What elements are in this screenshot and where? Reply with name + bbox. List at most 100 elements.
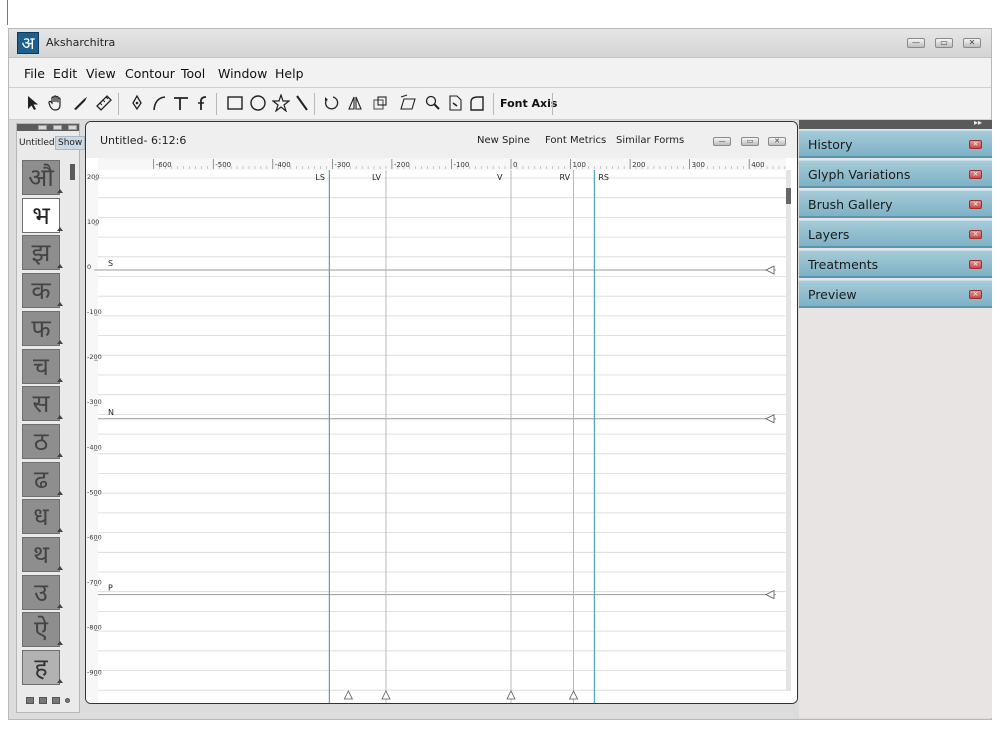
panel-tool-icon[interactable]: [26, 697, 34, 704]
canvas-close-button[interactable]: ✕: [768, 137, 786, 146]
panel-label: History: [808, 137, 853, 152]
canvas-title: Untitled- 6:12:6: [100, 134, 187, 147]
scale-icon[interactable]: [370, 93, 390, 113]
y-tick-label: -300: [87, 398, 102, 406]
x-tick-label: -500: [215, 161, 231, 169]
toolbar-separator: [216, 93, 217, 115]
glyph-thumbnail[interactable]: फ: [22, 310, 63, 346]
panel-tool-icon[interactable]: [52, 697, 60, 704]
star-icon[interactable]: [271, 93, 291, 113]
menu-help[interactable]: Help: [275, 66, 304, 81]
glyph-thumbnail[interactable]: च: [22, 348, 63, 384]
panel-close-icon[interactable]: ×: [969, 170, 982, 179]
vertical-guide-label: LS: [315, 173, 325, 182]
glyph-thumbnail[interactable]: ध: [22, 499, 63, 535]
glyph-panel-close-icon[interactable]: [68, 125, 77, 130]
canvas-header: Untitled- 6:12:6 New Spine Font Metrics …: [86, 122, 797, 158]
vertical-guide-label: RV: [560, 173, 571, 182]
glyph-list-scrollbar[interactable]: [70, 164, 75, 180]
rotate-icon[interactable]: [321, 93, 341, 113]
menu-bar: File Edit View Contour Tool Window Help: [9, 58, 991, 88]
panel-tool-icon[interactable]: [39, 697, 47, 704]
glyph-thumbnail[interactable]: थ: [22, 537, 63, 572]
panel-glyph-variations[interactable]: Glyph Variations ×: [799, 160, 992, 188]
panel-label: Brush Gallery: [808, 197, 893, 212]
menu-tool[interactable]: Tool: [181, 66, 205, 81]
glyph-thumbnail[interactable]: झ: [22, 235, 63, 271]
font-metrics-button[interactable]: Font Metrics: [545, 135, 606, 146]
ruler-icon[interactable]: [94, 93, 114, 113]
similar-forms-button[interactable]: Similar Forms: [616, 135, 684, 146]
new-spine-button[interactable]: New Spine: [477, 135, 530, 146]
circle-icon[interactable]: [248, 93, 268, 113]
panel-close-icon[interactable]: ×: [969, 140, 982, 149]
glyph-thumbnail[interactable]: ढ: [22, 461, 63, 497]
window-edge: [0, 0, 8, 25]
x-tick-label: 400: [751, 161, 764, 169]
glyph-thumbnail[interactable]: स: [22, 386, 63, 422]
x-tick-label: 100: [573, 161, 586, 169]
toolbar-separator: [118, 93, 119, 115]
pen-tool-icon[interactable]: [127, 93, 147, 113]
panel-close-icon[interactable]: ×: [969, 230, 982, 239]
canvas-scrollbar[interactable]: [786, 170, 791, 691]
toolbar-separator: [493, 93, 494, 115]
glyph-thumbnail[interactable]: औ: [22, 160, 63, 195]
glyph-thumbnail[interactable]: ठ: [22, 423, 63, 459]
skew-icon[interactable]: [398, 93, 418, 113]
vertical-guide-label: RS: [598, 173, 609, 182]
canvas-scrollbar-thumb[interactable]: [786, 188, 791, 204]
pen-nib-icon[interactable]: [71, 93, 91, 113]
panel-close-icon[interactable]: ×: [969, 260, 982, 269]
glyph-thumbnail[interactable]: उ: [22, 574, 63, 610]
show-button[interactable]: Show: [55, 136, 86, 150]
mirror-icon[interactable]: [345, 93, 365, 113]
line-icon[interactable]: [292, 93, 312, 113]
restore-button[interactable]: ▭: [935, 38, 953, 48]
glyph-grid[interactable]: -600-500-400-300-200-1000100200300400500…: [86, 158, 797, 703]
close-button[interactable]: ✕: [963, 38, 981, 48]
panel-layers[interactable]: Layers ×: [799, 220, 992, 248]
pointer-icon[interactable]: [23, 93, 43, 113]
menu-view[interactable]: View: [86, 66, 116, 81]
corner-icon[interactable]: [467, 93, 487, 113]
panel-treatments[interactable]: Treatments ×: [799, 250, 992, 278]
panel-close-icon[interactable]: ×: [969, 290, 982, 299]
hook-icon[interactable]: [193, 93, 213, 113]
glyph-panel-restore-icon[interactable]: [53, 125, 62, 130]
panel-history[interactable]: History ×: [799, 130, 992, 158]
panel-brush-gallery[interactable]: Brush Gallery ×: [799, 190, 992, 218]
y-tick-label: -900: [87, 669, 102, 677]
menu-file[interactable]: File: [24, 66, 45, 81]
menu-window[interactable]: Window: [218, 66, 267, 81]
menu-contour[interactable]: Contour: [125, 66, 175, 81]
t-joint-icon[interactable]: [171, 93, 191, 113]
menu-edit[interactable]: Edit: [53, 66, 77, 81]
panel-dot-icon[interactable]: [65, 698, 70, 703]
canvas-minimize-button[interactable]: —: [713, 137, 731, 146]
curve-icon[interactable]: [149, 93, 169, 113]
zoom-icon[interactable]: [423, 93, 443, 113]
shape-edit-icon[interactable]: [445, 93, 465, 113]
canvas-restore-button[interactable]: ▭: [741, 137, 759, 146]
glyph-thumbnail[interactable]: ऐ: [22, 612, 63, 648]
font-axis-button[interactable]: Font Axis: [500, 97, 557, 110]
glyph-thumbnail[interactable]: ह: [22, 650, 63, 686]
glyph-thumbnail[interactable]: क: [22, 273, 63, 309]
x-tick-label: -300: [334, 161, 350, 169]
glyph-panel-minimize-icon[interactable]: [38, 125, 47, 130]
vertical-guide-label: LV: [372, 173, 382, 182]
x-tick-label: -400: [275, 161, 291, 169]
glyph-thumbnail[interactable]: भ: [22, 197, 63, 233]
rectangle-icon[interactable]: [225, 93, 245, 113]
toolbar-separator: [552, 93, 553, 115]
x-tick-label: -200: [394, 161, 410, 169]
hand-icon[interactable]: [46, 93, 66, 113]
panel-close-icon[interactable]: ×: [969, 200, 982, 209]
panel-preview[interactable]: Preview ×: [799, 280, 992, 308]
expand-icon[interactable]: ▸▸: [974, 118, 982, 127]
grid-background: [86, 158, 797, 703]
minimize-button[interactable]: —: [907, 38, 925, 48]
panel-label: Layers: [808, 227, 850, 242]
toolbar: Font Axis: [9, 88, 991, 120]
